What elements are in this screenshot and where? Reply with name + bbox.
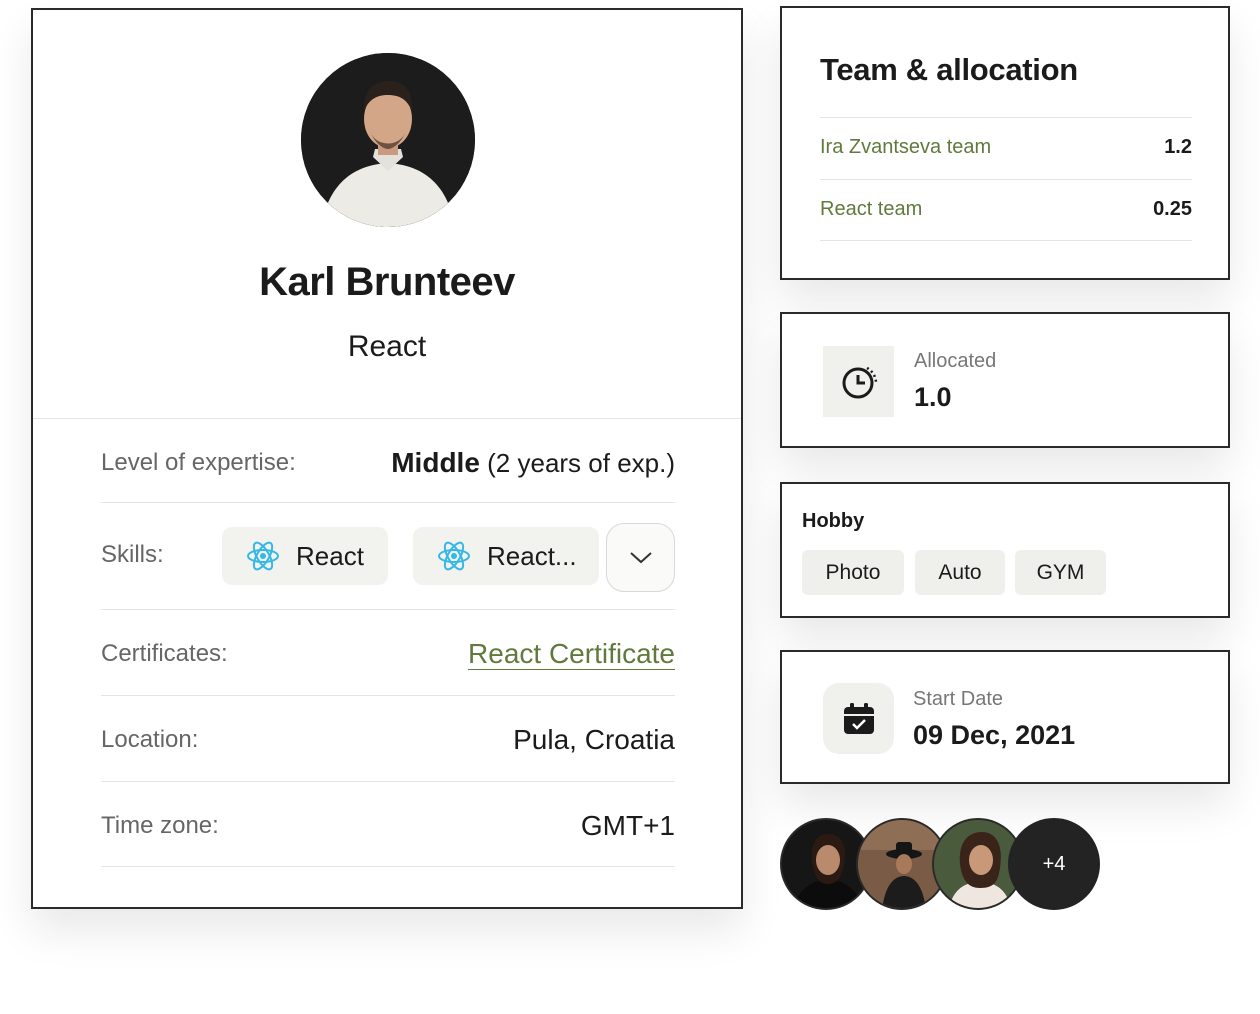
profile-card: Karl Brunteev React Level of expertise: … bbox=[31, 8, 743, 909]
expertise-level: Middle bbox=[391, 447, 480, 478]
allocated-value: 1.0 bbox=[914, 382, 952, 412]
team-allocation-value: 0.25 bbox=[1153, 198, 1192, 220]
skills-label: Skills: bbox=[101, 541, 164, 568]
timezone-value: GMT+1 bbox=[580, 810, 675, 841]
clock-icon bbox=[842, 366, 877, 398]
location-label: Location: bbox=[101, 726, 199, 753]
allocated-card: Allocated 1.0 bbox=[780, 312, 1230, 448]
start-date-icon-box bbox=[823, 683, 894, 754]
expertise-row: Level of expertise: Middle (2 years of e… bbox=[101, 419, 675, 503]
skills-expand-button[interactable] bbox=[606, 523, 675, 592]
hobby-title: Hobby bbox=[802, 510, 865, 532]
hobby-chip[interactable]: Auto bbox=[915, 550, 1005, 595]
certificates-label: Certificates: bbox=[101, 640, 228, 667]
profile-avatar bbox=[301, 53, 475, 227]
start-date-label: Start Date bbox=[913, 688, 1004, 710]
start-date-card: Start Date 09 Dec, 2021 bbox=[780, 650, 1230, 784]
hobby-card: Hobby Photo Auto GYM bbox=[780, 482, 1230, 618]
skill-chip-label: React bbox=[296, 540, 364, 571]
team-title: Team & allocation bbox=[820, 52, 1078, 87]
expertise-value: Middle (2 years of exp.) bbox=[391, 447, 675, 479]
expertise-label: Level of expertise: bbox=[101, 449, 296, 476]
timezone-label: Time zone: bbox=[101, 812, 219, 839]
team-row[interactable]: React team 0.25 bbox=[820, 179, 1192, 241]
allocated-label: Allocated bbox=[914, 350, 997, 372]
more-members-badge[interactable]: +4 bbox=[1008, 818, 1100, 910]
skill-chip-react[interactable]: React bbox=[222, 527, 388, 585]
profile-header: Karl Brunteev React bbox=[33, 10, 741, 419]
skill-chip-label: React... bbox=[487, 540, 577, 571]
calendar-check-icon bbox=[843, 702, 874, 734]
react-icon bbox=[438, 541, 470, 571]
skill-chip-react-truncated[interactable]: React... bbox=[413, 527, 599, 585]
location-row: Location: Pula, Croatia bbox=[101, 696, 675, 782]
timezone-row: Time zone: GMT+1 bbox=[101, 782, 675, 867]
team-name[interactable]: Ira Zvantseva team bbox=[820, 136, 991, 159]
team-allocation-value: 1.2 bbox=[1164, 136, 1192, 158]
start-date-value: 09 Dec, 2021 bbox=[913, 720, 1076, 750]
team-row[interactable]: Ira Zvantseva team 1.2 bbox=[820, 117, 1192, 179]
profile-role: React bbox=[347, 330, 427, 363]
react-icon bbox=[247, 541, 279, 571]
team-name[interactable]: React team bbox=[820, 198, 922, 221]
certificate-link[interactable]: React Certificate bbox=[468, 638, 675, 670]
allocated-icon-box bbox=[823, 346, 894, 417]
team-allocation-card: Team & allocation Ira Zvantseva team 1.2… bbox=[780, 6, 1230, 280]
skills-row: Skills: React React... bbox=[101, 503, 675, 610]
hobby-chip[interactable]: GYM bbox=[1015, 550, 1106, 595]
chevron-down-icon bbox=[629, 551, 652, 563]
location-value: Pula, Croatia bbox=[513, 724, 675, 755]
expertise-years: (2 years of exp.) bbox=[487, 448, 675, 478]
certificates-row: Certificates: React Certificate bbox=[101, 610, 675, 696]
profile-name: Karl Brunteev bbox=[259, 260, 515, 304]
hobby-chip[interactable]: Photo bbox=[802, 550, 904, 595]
